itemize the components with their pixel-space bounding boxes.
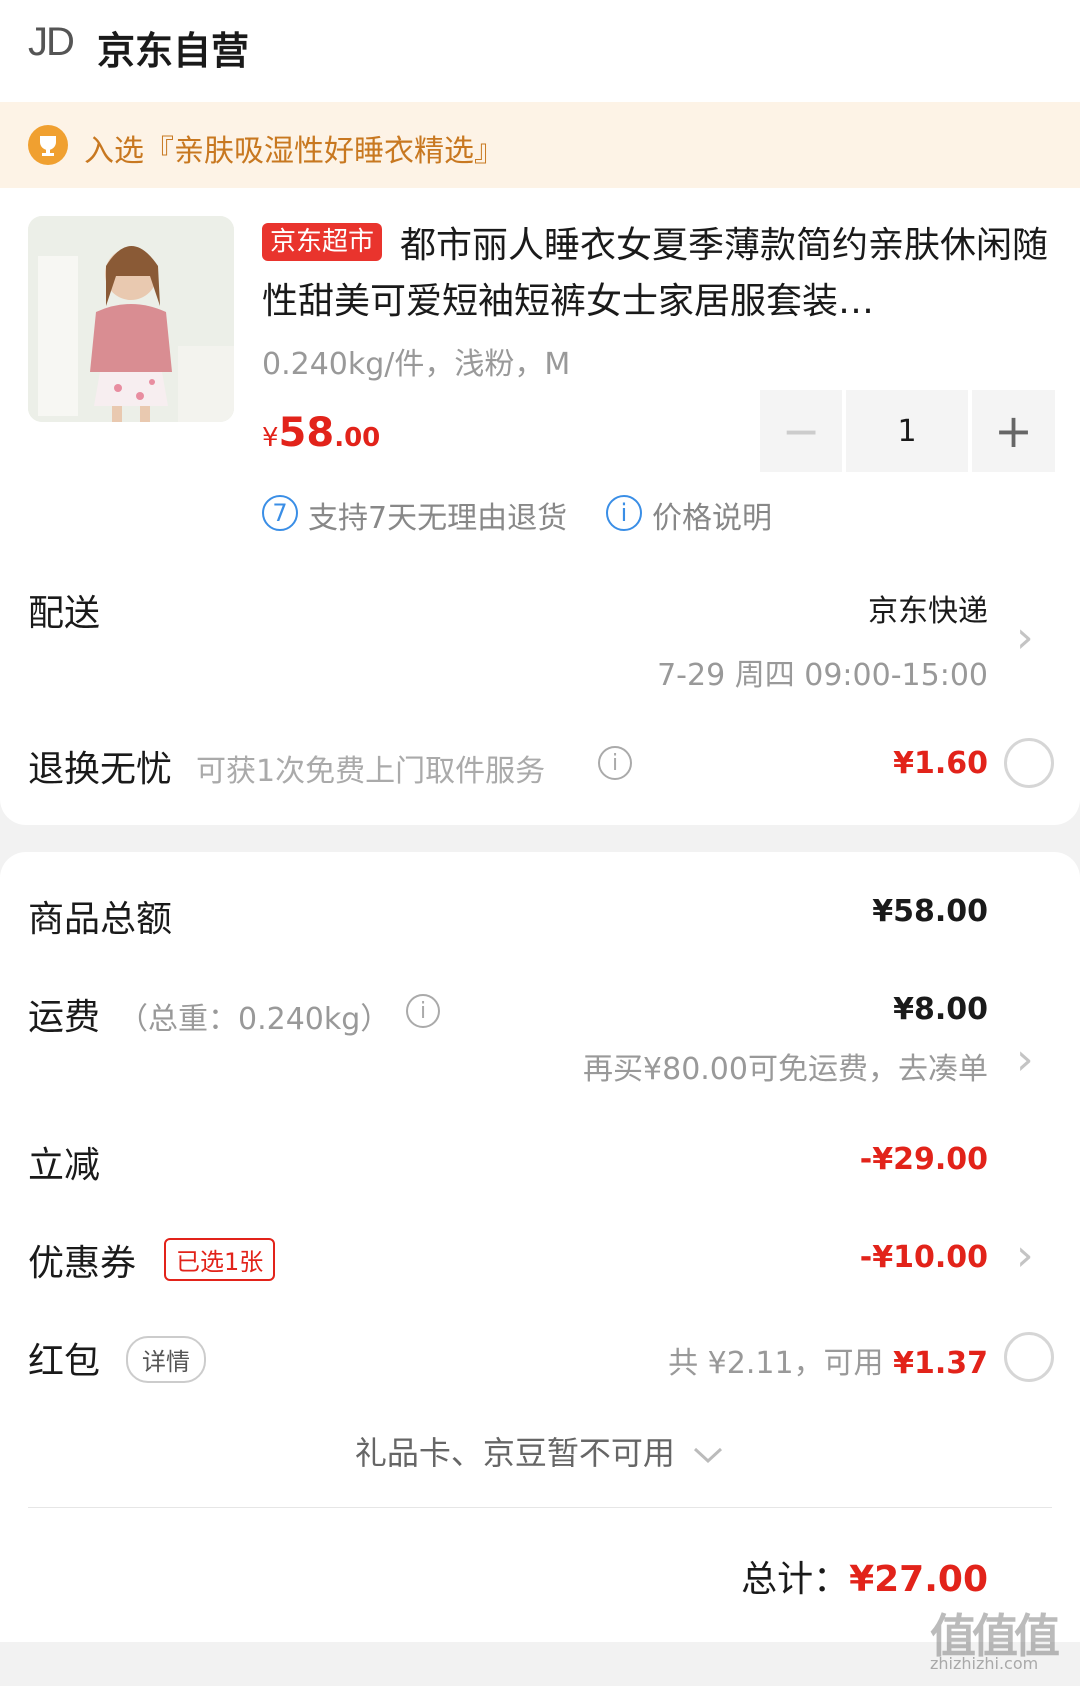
seven-day-return-text[interactable]: 支持7天无理由退货 bbox=[308, 493, 567, 537]
return-service-desc: 可获1次免费上门取件服务 bbox=[196, 754, 546, 789]
order-total: 总计：¥27.00 bbox=[741, 1550, 988, 1602]
redpacket-radio[interactable] bbox=[1004, 1332, 1054, 1382]
product-image[interactable] bbox=[28, 216, 234, 422]
delivery-time[interactable]: 7-29 周四 09:00-15:00 bbox=[657, 650, 988, 694]
watermark-url: zhizhizhi.com bbox=[930, 1654, 1039, 1673]
redpacket-label: 红包 bbox=[28, 1341, 101, 1382]
coupon-chevron-icon[interactable]: › bbox=[1016, 1230, 1034, 1281]
price-info-icon: i bbox=[606, 495, 642, 531]
quantity-plus-button[interactable]: + bbox=[972, 390, 1055, 472]
quantity-minus-button[interactable]: − bbox=[760, 390, 842, 472]
return-service-radio[interactable] bbox=[1004, 738, 1054, 788]
return-service-label: 退换无忧 bbox=[28, 749, 173, 790]
shipping-info-icon[interactable]: i bbox=[406, 994, 440, 1028]
price-decimal: .00 bbox=[334, 423, 381, 453]
return-service-info-icon[interactable]: i bbox=[598, 746, 632, 780]
shipping-weight: （总重：0.240kg） bbox=[118, 1002, 391, 1037]
price-info-link[interactable]: 价格说明 bbox=[652, 493, 772, 537]
price-integer: 58 bbox=[278, 410, 335, 456]
store-name[interactable]: 京东自营 bbox=[97, 20, 249, 75]
giftcard-toggle[interactable]: 礼品卡、京豆暂不可用 bbox=[0, 1428, 1080, 1474]
trophy-icon bbox=[28, 125, 68, 165]
product-spec[interactable]: 0.240kg/件，浅粉，M bbox=[262, 339, 570, 383]
chevron-down-icon bbox=[694, 1447, 723, 1464]
shipping-label: 运费 bbox=[28, 997, 101, 1038]
delivery-carrier[interactable]: 京东快递 bbox=[868, 586, 988, 630]
delivery-chevron-icon[interactable]: › bbox=[1016, 612, 1034, 663]
goods-total-value: ¥58.00 bbox=[872, 894, 988, 929]
redpacket-usable: ¥1.37 bbox=[893, 1346, 988, 1381]
goods-total-label: 商品总额 bbox=[28, 899, 173, 940]
shipping-tip-link[interactable]: 再买¥80.00可免运费，去凑单 bbox=[583, 1044, 988, 1088]
quantity-input[interactable]: 1 bbox=[846, 390, 968, 472]
quantity-stepper: − 1 + bbox=[760, 390, 1055, 472]
giftcard-text: 礼品卡、京豆暂不可用 bbox=[354, 1434, 675, 1472]
redpacket-detail-button[interactable]: 详情 bbox=[126, 1336, 206, 1383]
seven-day-return-icon: 7 bbox=[262, 495, 298, 531]
total-label: 总计： bbox=[741, 1559, 850, 1600]
discount-value: -¥29.00 bbox=[859, 1142, 988, 1177]
banner-text: 入选『亲肤吸湿性好睡衣精选』 bbox=[84, 134, 504, 169]
delivery-label: 配送 bbox=[28, 593, 101, 634]
total-value: ¥27.00 bbox=[849, 1559, 988, 1600]
return-service-price: ¥1.60 bbox=[893, 746, 988, 781]
summary-divider bbox=[28, 1507, 1052, 1508]
price-currency: ¥ bbox=[262, 423, 279, 453]
jd-logo: JD bbox=[28, 20, 75, 64]
discount-label: 立减 bbox=[28, 1145, 101, 1186]
shipping-fee: ¥8.00 bbox=[893, 992, 988, 1027]
redpacket-summary: 共 ¥2.11，可用 ¥1.37 bbox=[668, 1338, 988, 1382]
redpacket-total: 共 ¥2.11，可用 bbox=[668, 1346, 884, 1381]
coupon-label: 优惠券 bbox=[28, 1243, 137, 1284]
coupon-value[interactable]: -¥10.00 bbox=[860, 1240, 988, 1275]
product-price: ¥58.00 bbox=[262, 410, 380, 456]
bottom-strip bbox=[0, 1642, 1080, 1686]
coupon-selected-badge: 已选1张 bbox=[164, 1238, 276, 1281]
jd-supermarket-tag: 京东超市 bbox=[262, 223, 383, 261]
shipping-tip-chevron-icon[interactable]: › bbox=[1016, 1034, 1034, 1085]
